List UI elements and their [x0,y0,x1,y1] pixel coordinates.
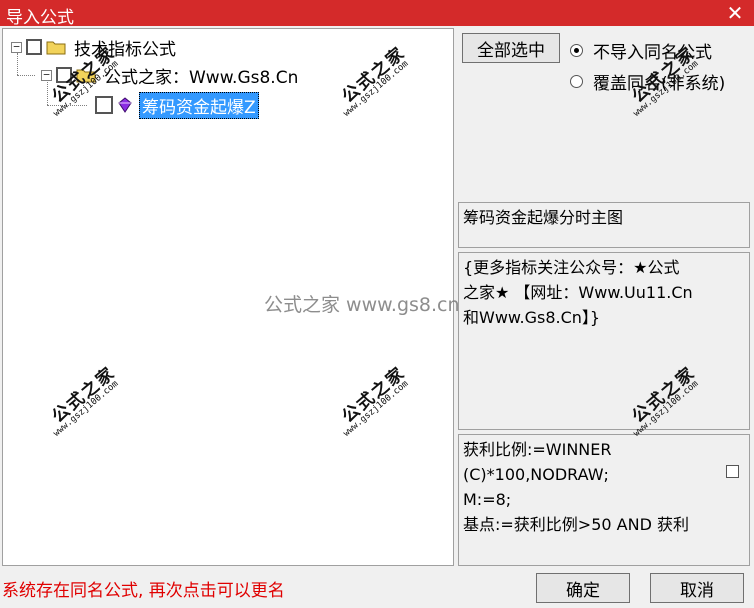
tree-node-leaf[interactable]: 筹码资金起爆Z [95,91,259,119]
window-title: 导入公式 [6,8,74,28]
tree-node-label: 公式之家：Www.Gs8.Cn [104,67,299,88]
radio-skip-same-name[interactable]: 不导入同名公式 [570,38,712,63]
tree-node-child[interactable]: − 公式之家：Www.Gs8.Cn [41,63,299,88]
description-line: 和Www.Gs8.Cn】} [463,308,601,327]
code-line: M:=8; [463,490,512,509]
code-line: 基点:=获利比例>50 AND 获利 [463,515,689,534]
code-box[interactable]: 获利比例:=WINNER (C)*100,NODRAW; M:=8; 基点:=获… [458,434,750,566]
formula-name: 筹码资金起爆分时主图 [463,208,624,227]
radio-label: 不导入同名公式 [593,43,712,63]
description-line: {更多指标关注公众号：★公式 [463,258,680,277]
code-line: (C)*100,NODRAW; [463,465,609,484]
radio-label: 覆盖同名(非系统) [593,74,726,94]
formula-icon [118,97,132,113]
select-all-button[interactable]: 全部选中 [462,33,560,63]
collapse-icon[interactable]: − [11,41,22,53]
close-button[interactable]: ✕ [716,0,754,26]
folder-icon [76,69,96,83]
collapse-icon[interactable]: − [41,69,52,81]
description-box[interactable]: {更多指标关注公众号：★公式 之家★ 【网址：Www.Uu11.Cn 和Www.… [458,252,750,430]
node-checkbox[interactable] [56,67,72,83]
node-checkbox[interactable] [95,96,113,114]
description-line: 之家★ 【网址：Www.Uu11.Cn [463,283,693,302]
ok-button[interactable]: 确定 [536,573,630,603]
cancel-button[interactable]: 取消 [650,573,744,603]
radio-icon[interactable] [570,44,583,57]
formula-tree[interactable]: − 技术指标公式 − 公式之家：Www.Gs8.Cn 筹码资金起爆Z [2,28,454,566]
formula-name-field[interactable]: 筹码资金起爆分时主图 [458,202,750,248]
status-message: 系统存在同名公式, 再次点击可以更名 [2,581,285,601]
code-line: 获利比例:=WINNER [463,440,612,459]
tree-node-label: 技术指标公式 [74,39,176,60]
folder-icon [46,41,66,55]
tree-node-label: 筹码资金起爆Z [139,91,259,119]
title-bar: 导入公式 ✕ [0,0,754,28]
tree-connector [17,75,35,76]
code-checkbox[interactable] [726,465,739,478]
node-checkbox[interactable] [26,39,42,55]
tree-node-root[interactable]: − 技术指标公式 [11,35,176,60]
radio-icon[interactable] [570,75,583,88]
radio-overwrite-same-name[interactable]: 覆盖同名(非系统) [570,69,725,94]
tree-connector [47,105,87,106]
